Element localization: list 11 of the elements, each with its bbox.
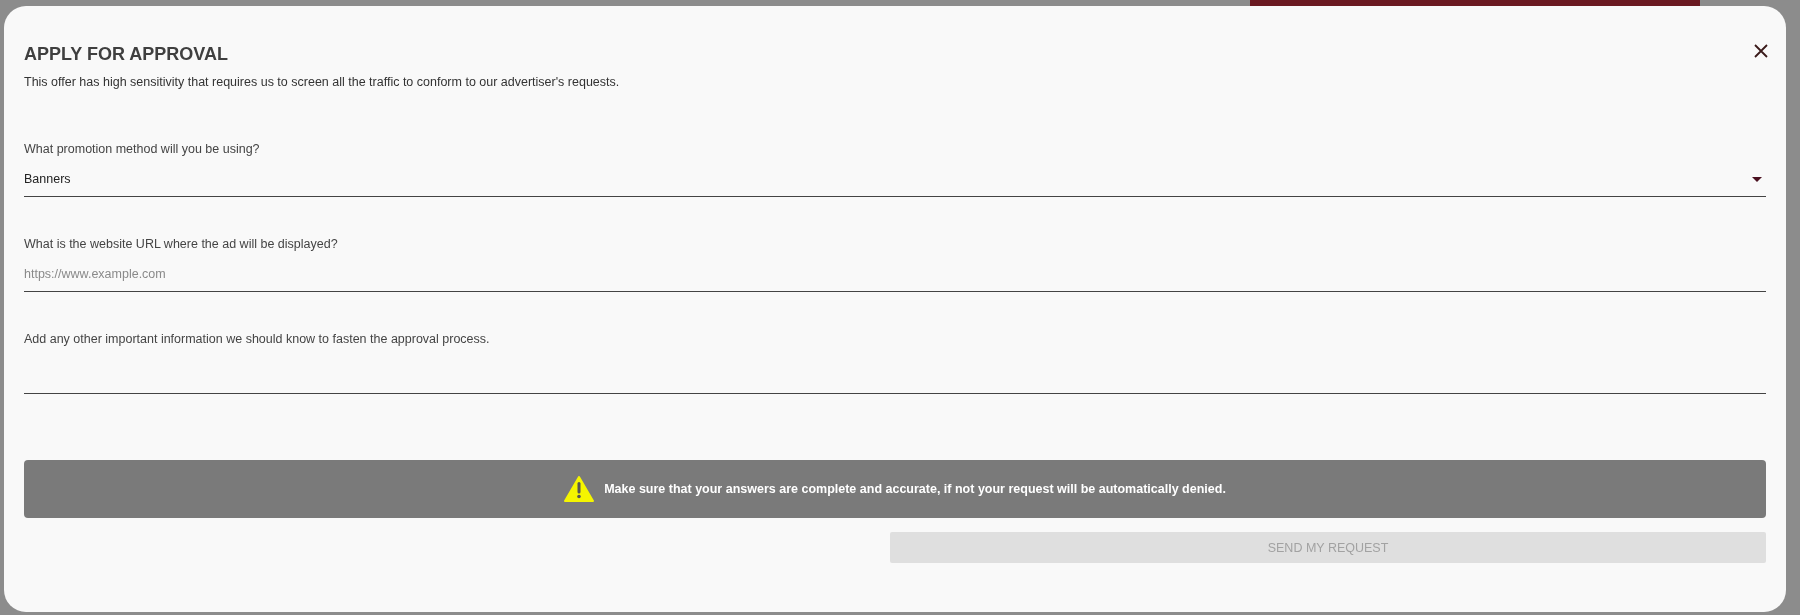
dropdown-caret-icon <box>1752 176 1762 182</box>
close-icon <box>1754 43 1768 58</box>
dialog-title: APPLY FOR APPROVAL <box>24 44 229 65</box>
field-label: Add any other important information we should know to fasten the approval process. <box>24 332 491 346</box>
warning-icon <box>564 476 595 502</box>
input-field[interactable]: https://www.example.com <box>24 261 1766 292</box>
select-field[interactable]: Banners <box>24 166 1766 197</box>
warning-text: Make sure that your answers are complete and accurate, if not your request will be automatically denied. <box>604 482 1226 496</box>
dialog-description: This offer has high sensitivity that requires us to screen all the traffic to conform to our advertiser's requests. <box>24 75 621 89</box>
field-label: What is the website URL where the ad will be displayed? <box>24 237 339 251</box>
field-label: What promotion method will you be using? <box>24 142 261 156</box>
